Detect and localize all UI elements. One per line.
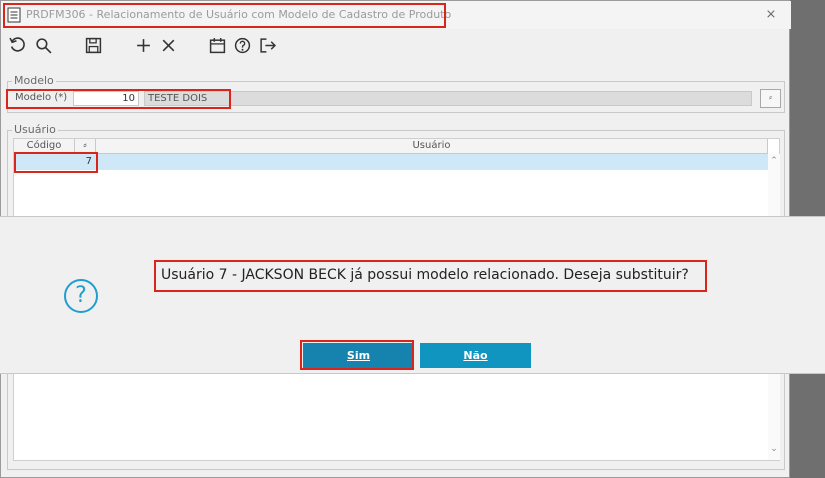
calendar-icon: [209, 37, 225, 53]
add-button[interactable]: [133, 35, 153, 55]
table-row[interactable]: 7: [14, 154, 768, 170]
toolbar: [1, 31, 791, 59]
title-bar: PRDFM306 - Relacionamento de Usuário com…: [1, 1, 791, 29]
delete-button[interactable]: [158, 35, 178, 55]
save-button[interactable]: [83, 35, 103, 55]
modelo-legend: Modelo: [12, 74, 56, 87]
save-icon: [85, 37, 101, 53]
close-icon: [162, 39, 174, 51]
highlight-yes: [300, 340, 414, 370]
exit-icon: [259, 37, 276, 53]
highlight-modelo: [6, 89, 231, 109]
highlight-message: [154, 260, 707, 292]
window-close-button[interactable]: ⨯: [759, 7, 783, 23]
search-button[interactable]: [33, 35, 53, 55]
highlight-title: [3, 3, 446, 28]
no-button[interactable]: Não: [420, 343, 531, 368]
help-icon: [234, 37, 250, 53]
row-usuario-cell[interactable]: [98, 154, 758, 170]
usuario-legend: Usuário: [12, 123, 58, 136]
scroll-down-icon[interactable]: ⌄: [768, 444, 780, 454]
modelo-lookup-button[interactable]: ⸗: [760, 89, 781, 108]
search-icon: [35, 37, 52, 54]
help-button[interactable]: [232, 35, 252, 55]
refresh-icon: [8, 36, 25, 52]
confirm-dialog: ? Usuário 7 - JACKSON BECK já possui mod…: [0, 216, 825, 374]
column-header-usuario[interactable]: Usuário: [96, 139, 768, 154]
exit-button[interactable]: [257, 35, 277, 55]
add-icon: [136, 38, 150, 52]
question-icon: ?: [64, 279, 98, 313]
calendar-button[interactable]: [207, 35, 227, 55]
refresh-button[interactable]: [7, 35, 27, 55]
modelo-description-field: TESTE DOIS: [144, 91, 752, 106]
highlight-codigo: [14, 152, 98, 173]
scroll-up-icon[interactable]: ⌃: [768, 156, 780, 166]
